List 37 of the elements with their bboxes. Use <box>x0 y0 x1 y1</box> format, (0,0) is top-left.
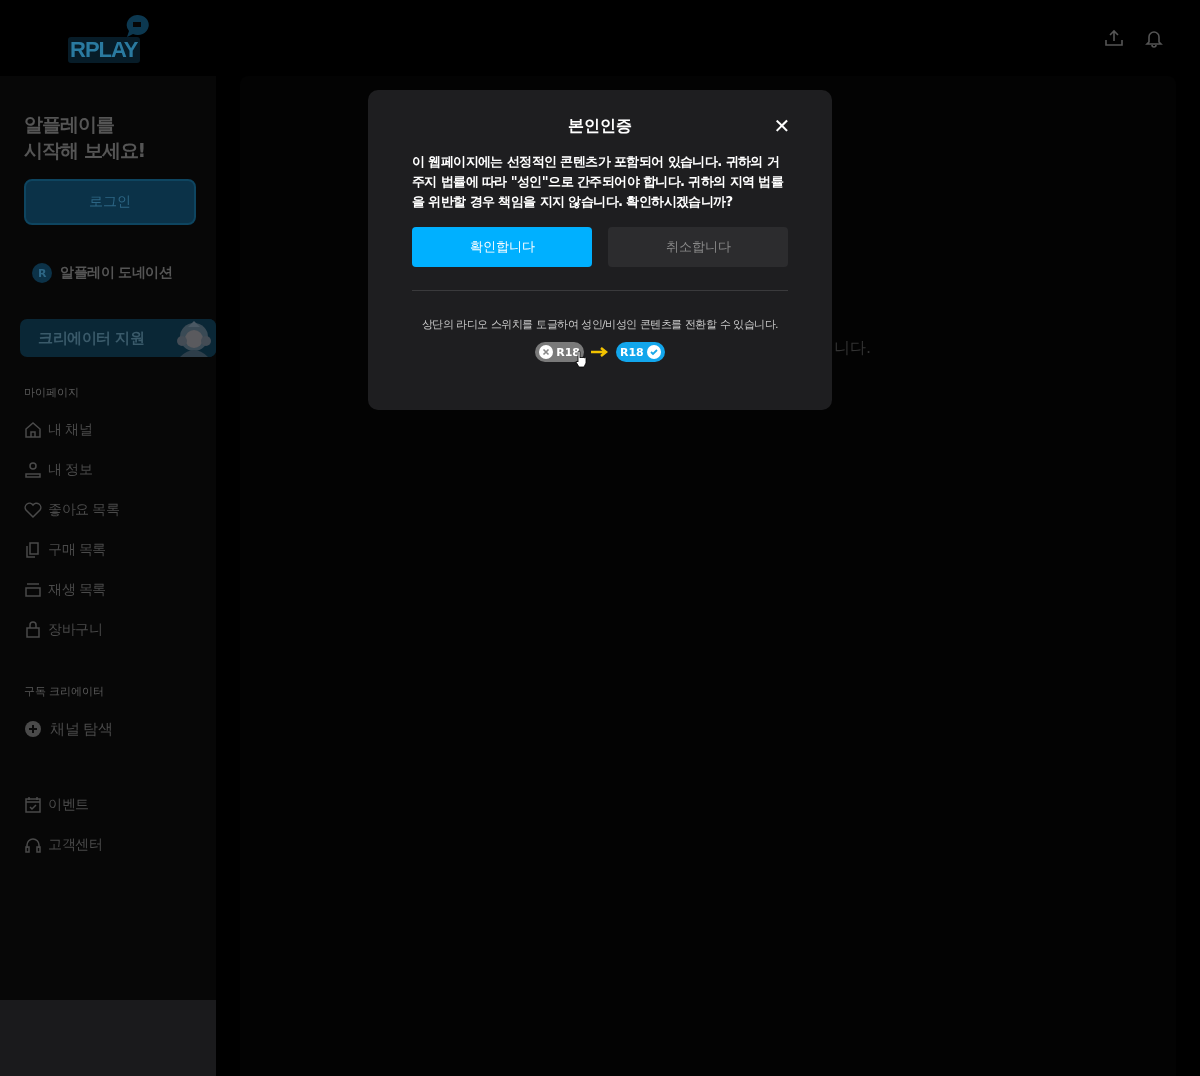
bag-icon <box>24 621 42 640</box>
arrow-icon <box>590 346 610 359</box>
sidebar-item[interactable]: 장바구니 <box>24 618 196 643</box>
donation-link[interactable]: R 알플레이 도네이션 <box>32 263 196 284</box>
headset-icon <box>24 836 42 855</box>
sidebar-item[interactable]: 채널 탐색 <box>24 717 196 742</box>
sidebar-item[interactable]: 내 정보 <box>24 458 196 483</box>
hint-text: 상단의 라디오 스위치를 토글하여 성인/비성인 콘텐츠를 전환할 수 있습니다. <box>420 317 780 333</box>
copy-icon <box>24 541 42 560</box>
donation-label: 알플레이 도네이션 <box>60 264 173 283</box>
logo[interactable]: RPLAY <box>68 13 150 63</box>
cancel-button[interactable]: 취소합니다 <box>608 227 788 268</box>
welcome-heading: 알플레이를 시작해 보세요! <box>24 112 147 163</box>
heart-icon <box>24 501 42 520</box>
close-circle-icon <box>539 345 554 360</box>
dialog-message: 이 웹페이지에는 선정적인 콘텐츠가 포함되어 있습니다. 귀하의 거주지 법률에 따라 "성인"으로 간주되어야 합니다. 귀하의 지역 법률을 위반할 경우 책임을 지지 않습니다. 확인하시겠습니까? <box>412 153 785 211</box>
section-title: 구독 크리에이터 <box>24 684 106 700</box>
login-button[interactable]: 로그인 <box>24 179 196 226</box>
sidebar-item[interactable]: 좋아요 목록 <box>24 498 196 523</box>
sidebar-item[interactable]: 구매 목록 <box>24 538 196 563</box>
dialog-title: 본인인증 <box>568 115 632 137</box>
calendar-icon <box>24 796 42 815</box>
section-title: 마이페이지 <box>24 385 80 401</box>
confirm-button[interactable]: 확인합니다 <box>412 227 592 268</box>
check-circle-icon <box>646 345 661 360</box>
bell-icon[interactable] <box>1144 28 1164 48</box>
sidebar-item[interactable]: 고객센터 <box>24 833 196 858</box>
plus-icon <box>24 720 42 739</box>
close-button[interactable]: ✕ <box>766 112 798 140</box>
sidebar-item[interactable]: 재생 목록 <box>24 578 196 603</box>
sidebar-item[interactable]: 내 채널 <box>24 418 196 443</box>
upload-icon[interactable] <box>1104 28 1124 48</box>
user-icon <box>24 461 42 480</box>
stack-icon <box>24 581 42 600</box>
sidebar-item[interactable]: 이벤트 <box>24 793 196 818</box>
donation-badge-icon: R <box>32 263 52 284</box>
home-icon <box>24 421 42 440</box>
